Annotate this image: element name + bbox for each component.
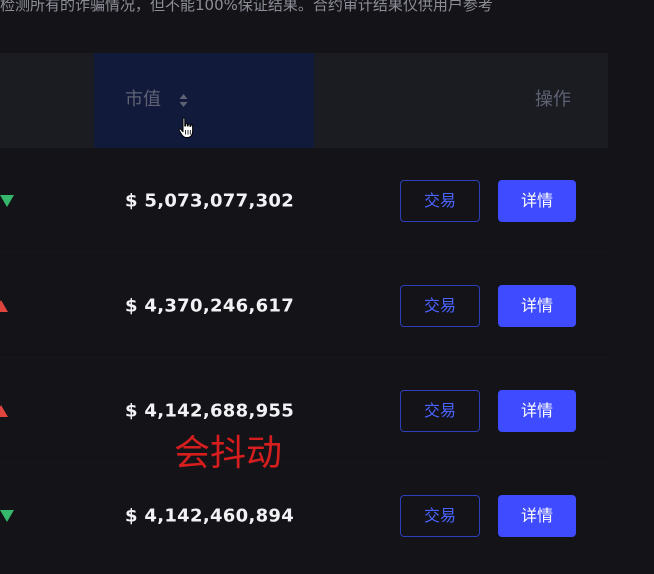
market-cap-value: $ 4,370,246,617 xyxy=(125,295,295,316)
trade-button[interactable]: 交易 xyxy=(400,494,480,537)
table-row: $ 4,142,688,955 交易 详情 xyxy=(0,358,654,463)
table-header: 市值 操作 xyxy=(0,53,608,148)
market-cap-header-label: 市值 xyxy=(125,89,161,110)
detail-button[interactable]: 详情 xyxy=(498,179,576,222)
table-row: $ 4,142,460,894 交易 详情 xyxy=(0,463,654,568)
market-cap-value: $ 4,142,688,955 xyxy=(125,400,295,421)
hand-pointer-icon xyxy=(178,117,194,138)
sort-icon[interactable] xyxy=(179,93,188,108)
triangle-down-icon xyxy=(0,194,14,207)
jitter-annotation: 会抖动 xyxy=(174,433,283,474)
triangle-up-icon xyxy=(0,299,8,312)
detail-button[interactable]: 详情 xyxy=(498,284,576,327)
table-row: $ 4,370,246,617 交易 详情 xyxy=(0,253,654,358)
trade-button[interactable]: 交易 xyxy=(400,179,480,222)
action-header-label: 操作 xyxy=(535,89,571,110)
detail-button[interactable]: 详情 xyxy=(498,389,576,432)
trade-button[interactable]: 交易 xyxy=(400,284,480,327)
screen: 检测所有的诈骗情况，但不能100%保证结果。合约审计结果仅供用户参考 市值 操作… xyxy=(0,0,654,574)
market-cap-value: $ 4,142,460,894 xyxy=(125,505,295,526)
market-cap-value: $ 5,073,077,302 xyxy=(125,190,295,211)
triangle-down-icon xyxy=(0,509,14,522)
audit-disclaimer: 检测所有的诈骗情况，但不能100%保证结果。合约审计结果仅供用户参考 xyxy=(0,0,493,14)
market-cap-column-header[interactable]: 市值 xyxy=(94,53,314,148)
triangle-up-icon xyxy=(0,404,8,417)
table-row: $ 5,073,077,302 交易 详情 xyxy=(0,148,654,253)
trade-button[interactable]: 交易 xyxy=(400,389,480,432)
detail-button[interactable]: 详情 xyxy=(498,494,576,537)
